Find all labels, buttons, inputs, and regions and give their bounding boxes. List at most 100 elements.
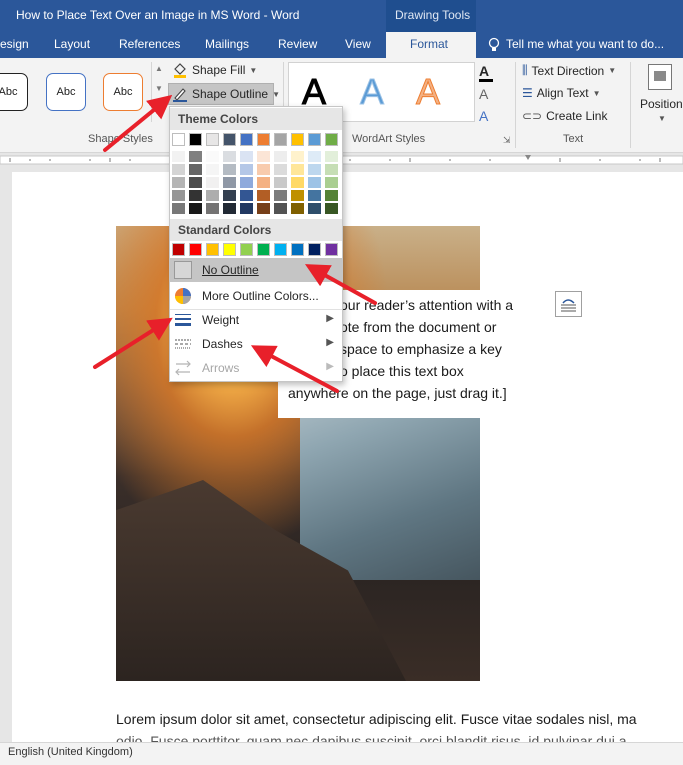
dialog-launcher-icon[interactable]: ⇲ (503, 135, 511, 146)
theme-color-shade-swatch[interactable] (189, 190, 202, 201)
standard-color-swatch[interactable] (240, 243, 253, 256)
theme-color-shade-swatch[interactable] (291, 151, 304, 162)
shape-style-sample-2[interactable]: Abc (46, 73, 86, 111)
theme-color-shade-swatch[interactable] (189, 151, 202, 162)
theme-color-swatch[interactable] (172, 133, 185, 146)
tab-layout[interactable]: Layout (54, 37, 90, 51)
theme-color-shade-swatch[interactable] (325, 177, 338, 188)
theme-color-shade-swatch[interactable] (172, 190, 185, 201)
body-paragraph[interactable]: Lorem ipsum dolor sit amet, consectetur … (116, 708, 683, 742)
theme-color-shade-swatch[interactable] (325, 203, 338, 214)
theme-color-shade-swatch[interactable] (325, 151, 338, 162)
shape-fill-button[interactable]: Shape Fill ▼ (172, 62, 257, 78)
theme-color-shade-swatch[interactable] (240, 177, 253, 188)
theme-color-shade-swatch[interactable] (223, 190, 236, 201)
standard-color-swatch[interactable] (206, 243, 219, 256)
theme-color-swatch[interactable] (257, 133, 270, 146)
theme-color-shade-swatch[interactable] (274, 164, 287, 175)
standard-color-swatch[interactable] (291, 243, 304, 256)
standard-color-swatch[interactable] (308, 243, 321, 256)
position-label[interactable]: Position (640, 97, 683, 111)
position-icon[interactable] (648, 64, 672, 90)
theme-color-shade-swatch[interactable] (189, 203, 202, 214)
theme-color-swatch[interactable] (308, 133, 321, 146)
theme-color-swatch[interactable] (240, 133, 253, 146)
theme-color-shade-swatch[interactable] (172, 177, 185, 188)
theme-color-swatch[interactable] (189, 133, 202, 146)
theme-color-swatch[interactable] (274, 133, 287, 146)
align-text-button[interactable]: ☰ Align Text ▼ (522, 86, 601, 100)
create-link-button[interactable]: ⊂⊃ Create Link (522, 109, 607, 123)
theme-color-shade-swatch[interactable] (223, 177, 236, 188)
theme-color-swatch[interactable] (325, 133, 338, 146)
weight-item[interactable]: Weight ▶ (170, 308, 342, 332)
standard-color-swatch[interactable] (257, 243, 270, 256)
theme-color-shade-swatch[interactable] (325, 190, 338, 201)
theme-color-shade-swatch[interactable] (274, 190, 287, 201)
standard-color-swatch[interactable] (189, 243, 202, 256)
theme-color-shade-swatch[interactable] (291, 177, 304, 188)
tab-mailings[interactable]: Mailings (205, 37, 249, 51)
theme-color-shade-swatch[interactable] (206, 164, 219, 175)
shape-styles-scroll[interactable]: ▲ ▼ ▾ (151, 62, 165, 122)
no-outline-item[interactable]: No Outline (170, 258, 342, 282)
theme-color-shade-swatch[interactable] (206, 151, 219, 162)
theme-color-shade-swatch[interactable] (240, 151, 253, 162)
theme-color-shade-swatch[interactable] (240, 203, 253, 214)
shape-style-sample-1[interactable]: Abc (0, 73, 28, 111)
theme-color-swatch[interactable] (206, 133, 219, 146)
theme-color-shade-swatch[interactable] (257, 177, 270, 188)
shape-style-sample-3[interactable]: Abc (103, 73, 143, 111)
theme-color-shade-swatch[interactable] (223, 164, 236, 175)
theme-color-shade-swatch[interactable] (308, 151, 321, 162)
tab-view[interactable]: View (345, 37, 371, 51)
wordart-sample-blue[interactable]: A (359, 71, 384, 112)
more-outline-colors-item[interactable]: More Outline Colors... (170, 284, 342, 308)
theme-color-shade-swatch[interactable] (257, 190, 270, 201)
tab-review[interactable]: Review (278, 37, 317, 51)
text-fill-icon[interactable]: A (479, 63, 493, 82)
theme-color-shade-swatch[interactable] (325, 164, 338, 175)
theme-color-shade-swatch[interactable] (206, 177, 219, 188)
theme-color-shade-swatch[interactable] (308, 177, 321, 188)
theme-color-shade-swatch[interactable] (308, 203, 321, 214)
standard-color-swatch[interactable] (172, 243, 185, 256)
theme-color-shade-swatch[interactable] (172, 164, 185, 175)
standard-color-swatch[interactable] (274, 243, 287, 256)
text-direction-button[interactable]: ⫼ Text Direction ▼ (522, 63, 616, 78)
theme-color-shade-swatch[interactable] (308, 190, 321, 201)
tell-me-search[interactable]: Tell me what you want to do... (506, 37, 664, 51)
tab-design[interactable]: esign (0, 37, 29, 51)
theme-color-shade-swatch[interactable] (274, 151, 287, 162)
theme-color-shade-swatch[interactable] (291, 190, 304, 201)
theme-color-swatch[interactable] (291, 133, 304, 146)
theme-color-shade-swatch[interactable] (189, 177, 202, 188)
tab-references[interactable]: References (119, 37, 180, 51)
shape-outline-button[interactable]: Shape Outline ▼ (172, 86, 280, 102)
text-outline-icon[interactable]: A (479, 86, 488, 102)
theme-color-swatch[interactable] (223, 133, 236, 146)
theme-color-shade-swatch[interactable] (206, 190, 219, 201)
theme-color-shade-swatch[interactable] (257, 203, 270, 214)
theme-color-shade-swatch[interactable] (257, 151, 270, 162)
theme-color-shade-swatch[interactable] (206, 203, 219, 214)
theme-color-shade-swatch[interactable] (223, 203, 236, 214)
text-effects-icon[interactable]: A (479, 108, 488, 124)
status-language[interactable]: English (United Kingdom) (8, 746, 133, 758)
theme-color-shade-swatch[interactable] (240, 164, 253, 175)
standard-color-swatch[interactable] (325, 243, 338, 256)
theme-color-shade-swatch[interactable] (172, 203, 185, 214)
theme-color-shade-swatch[interactable] (189, 164, 202, 175)
theme-color-shade-swatch[interactable] (240, 190, 253, 201)
theme-color-shade-swatch[interactable] (274, 177, 287, 188)
theme-color-shade-swatch[interactable] (257, 164, 270, 175)
theme-color-shade-swatch[interactable] (172, 151, 185, 162)
dashes-item[interactable]: Dashes ▶ (170, 332, 342, 356)
theme-color-shade-swatch[interactable] (274, 203, 287, 214)
theme-color-shade-swatch[interactable] (291, 203, 304, 214)
theme-color-shade-swatch[interactable] (291, 164, 304, 175)
layout-options-button[interactable] (555, 291, 582, 317)
standard-color-swatch[interactable] (223, 243, 236, 256)
theme-color-shade-swatch[interactable] (308, 164, 321, 175)
theme-color-shade-swatch[interactable] (223, 151, 236, 162)
